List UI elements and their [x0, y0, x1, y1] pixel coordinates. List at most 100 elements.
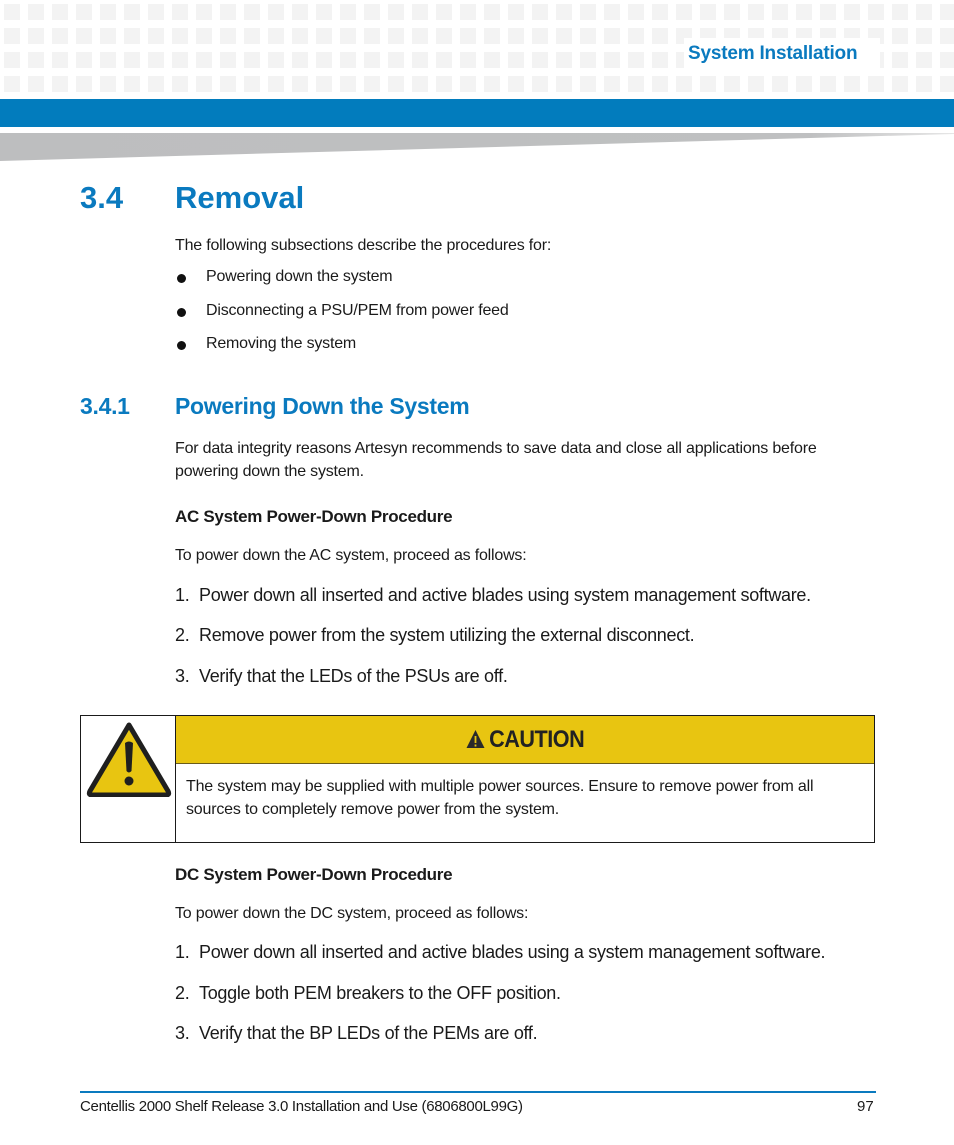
grid-square: [652, 4, 668, 20]
grid-square: [628, 4, 644, 20]
grid-square: [100, 76, 116, 92]
step-number: 1.: [175, 585, 190, 605]
grid-square: [364, 28, 380, 44]
grid-square: [340, 4, 356, 20]
grid-square: [580, 52, 596, 68]
grid-square: [628, 52, 644, 68]
grid-square: [484, 28, 500, 44]
grid-square: [172, 28, 188, 44]
grid-square: [460, 52, 476, 68]
grid-square: [628, 28, 644, 44]
grid-square: [940, 28, 954, 44]
grid-square: [676, 4, 692, 20]
header-section-title: System Installation: [688, 43, 858, 64]
grid-square: [124, 28, 140, 44]
grid-square: [52, 4, 68, 20]
grid-square: [532, 76, 548, 92]
list-item: 1. Power down all inserted and active bla…: [175, 585, 811, 606]
step-text: Remove power from the system utilizing t…: [199, 625, 695, 645]
grid-square: [604, 28, 620, 44]
grid-square: [652, 52, 668, 68]
grid-square: [580, 76, 596, 92]
step-text: Verify that the BP LEDs of the PEMs are …: [199, 1023, 538, 1043]
step-text: Verify that the LEDs of the PSUs are off…: [199, 666, 508, 686]
grid-square: [76, 52, 92, 68]
subsection-number: 3.4.1: [80, 393, 130, 419]
grid-square: [316, 52, 332, 68]
grid-square: [508, 52, 524, 68]
grid-square: [676, 76, 692, 92]
caution-banner: CAUTION: [176, 716, 874, 764]
grid-square: [916, 4, 932, 20]
grid-square: [412, 4, 428, 20]
grid-square: [892, 76, 908, 92]
grid-square: [220, 76, 236, 92]
grid-square: [556, 76, 572, 92]
grid-square: [28, 52, 44, 68]
grid-square: [244, 28, 260, 44]
grid-square: [196, 76, 212, 92]
grid-square: [772, 76, 788, 92]
step-text: Power down all inserted and active blade…: [199, 942, 826, 962]
grid-square: [4, 4, 20, 20]
grid-square: [484, 4, 500, 20]
list-item-text: Removing the system: [206, 335, 357, 352]
subsection-intro-line: For data integrity reasons Artesyn recom…: [175, 440, 817, 457]
grid-square: [364, 76, 380, 92]
grid-square: [196, 4, 212, 20]
footer-page-number: 97: [857, 1098, 874, 1115]
grid-square: [148, 4, 164, 20]
grid-square: [148, 52, 164, 68]
grid-square: [604, 4, 620, 20]
grid-square: [940, 76, 954, 92]
grid-square: [556, 52, 572, 68]
caution-message-line: sources to completely remove power from …: [186, 801, 560, 818]
grid-square: [340, 52, 356, 68]
grid-square: [268, 28, 284, 44]
dc-procedure-heading: DC System Power-Down Procedure: [175, 865, 453, 884]
grid-square: [4, 76, 20, 92]
bullet-icon: [177, 274, 186, 283]
grid-square: [724, 76, 740, 92]
step-number: 2.: [175, 625, 190, 645]
grid-square: [580, 4, 596, 20]
footer-document-title: Centellis 2000 Shelf Release 3.0 Install…: [80, 1098, 523, 1115]
bullet-icon: [177, 341, 186, 350]
grid-square: [484, 76, 500, 92]
grid-square: [148, 76, 164, 92]
header-blue-bar: [0, 99, 954, 127]
section-title: Removal: [175, 180, 305, 215]
grid-square: [316, 4, 332, 20]
grid-square: [604, 76, 620, 92]
grid-square: [412, 28, 428, 44]
step-number: 3.: [175, 666, 190, 686]
grid-square: [916, 52, 932, 68]
caution-label: CAUTION: [489, 726, 585, 753]
warning-triangle-icon: [86, 722, 172, 797]
grid-square: [76, 28, 92, 44]
grid-square: [172, 4, 188, 20]
grid-square: [4, 28, 20, 44]
grid-square: [460, 4, 476, 20]
grid-square: [652, 76, 668, 92]
grid-square: [772, 4, 788, 20]
grid-square: [268, 76, 284, 92]
grid-square: [556, 28, 572, 44]
warning-small-icon: [466, 730, 485, 748]
grid-square: [532, 28, 548, 44]
grid-square: [316, 76, 332, 92]
grid-square: [484, 52, 500, 68]
ac-procedure-lead: To power down the AC system, proceed as …: [175, 547, 527, 564]
grid-square: [460, 76, 476, 92]
grid-square: [292, 76, 308, 92]
footer-divider: [80, 1091, 876, 1093]
grid-square: [292, 4, 308, 20]
grid-square: [436, 4, 452, 20]
grid-square: [244, 76, 260, 92]
grid-square: [556, 4, 572, 20]
grid-square: [388, 28, 404, 44]
grid-square: [436, 52, 452, 68]
grid-square: [388, 4, 404, 20]
list-item: 2. Remove power from the system utilizing…: [175, 625, 695, 646]
grid-square: [76, 4, 92, 20]
